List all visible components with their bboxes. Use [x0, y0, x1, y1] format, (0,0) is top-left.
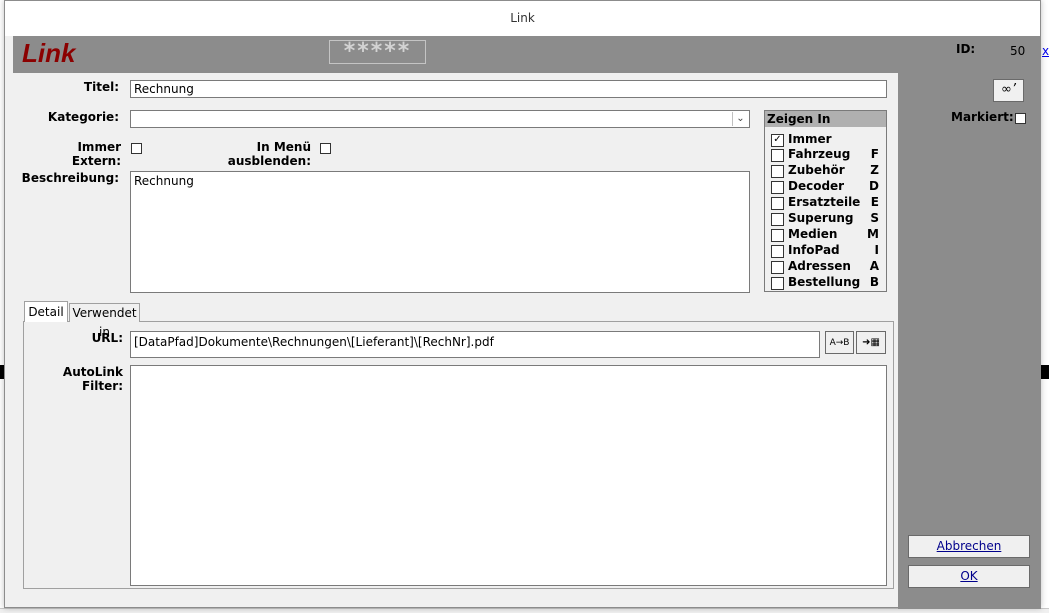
zeigen-in-item-bestellung[interactable]: Bestellung B	[771, 275, 883, 290]
background-window-fragment	[1041, 365, 1049, 379]
check-icon[interactable]: ✓	[771, 134, 784, 147]
bestellung-checkbox[interactable]	[771, 277, 784, 290]
insert-field-icon[interactable]: ➜▦	[856, 331, 886, 354]
immer-extern-checkbox[interactable]	[131, 143, 142, 154]
in-menu-ausblenden-label: In Menü ausblenden:	[227, 140, 311, 168]
autolink-filter-textarea[interactable]	[130, 365, 887, 586]
zeigen-in-header: Zeigen In	[765, 111, 886, 127]
zeigen-in-item-infopad[interactable]: InfoPad I	[771, 243, 883, 258]
id-label: ID:	[956, 42, 976, 56]
background-link[interactable]: x	[1042, 44, 1049, 58]
zeigen-in-item-superung[interactable]: Superung S	[771, 211, 883, 226]
markiert-checkbox[interactable]	[1015, 113, 1026, 124]
titel-input[interactable]: Rechnung	[130, 80, 887, 98]
autolink-filter-label: AutoLink Filter:	[62, 365, 123, 393]
in-menu-ausblenden-checkbox[interactable]	[320, 143, 331, 154]
zeigen-in-item-medien[interactable]: Medien M	[771, 227, 883, 242]
app-title: Link	[22, 38, 76, 68]
adressen-checkbox[interactable]	[771, 261, 784, 274]
ersatzteile-checkbox[interactable]	[771, 197, 784, 210]
markiert-label: Markiert:	[951, 110, 1014, 124]
dialog-header: Link ***** ID: 50	[13, 36, 1040, 73]
background-grid-edge	[0, 608, 1049, 613]
kategorie-select[interactable]: ⌄	[130, 110, 750, 128]
binoculars-icon[interactable]: ∞’	[993, 79, 1024, 102]
window-title: Link	[5, 1, 1040, 36]
tab-verwendet-in[interactable]: Verwendet in	[69, 303, 140, 339]
url-label: URL:	[91, 331, 123, 345]
ok-button[interactable]: OK	[908, 565, 1030, 588]
zeigen-in-item-immer[interactable]: ✓ Immer	[771, 132, 883, 147]
tab-detail[interactable]: Detail	[24, 301, 68, 322]
zeigen-in-item-ersatzteile[interactable]: Ersatzteile E	[771, 195, 883, 210]
beschreibung-label: Beschreibung:	[21, 171, 119, 185]
fahrzeug-checkbox[interactable]	[771, 149, 784, 162]
zubehoer-checkbox[interactable]	[771, 165, 784, 178]
titel-label: Titel:	[83, 80, 119, 94]
zeigen-in-item-zubehoer[interactable]: Zubehör Z	[771, 163, 883, 178]
replace-placeholders-icon[interactable]: A→B	[825, 331, 854, 354]
immer-extern-label: Immer Extern:	[71, 140, 121, 168]
decoder-checkbox[interactable]	[771, 181, 784, 194]
chevron-down-icon[interactable]: ⌄	[732, 112, 748, 126]
infopad-checkbox[interactable]	[771, 245, 784, 258]
zeigen-in-item-adressen[interactable]: Adressen A	[771, 259, 883, 274]
superung-checkbox[interactable]	[771, 213, 784, 226]
side-panel: ∞’ Markiert: Abbrechen OK	[898, 73, 1041, 609]
rating-stars[interactable]: *****	[329, 40, 426, 64]
zeigen-in-item-fahrzeug[interactable]: Fahrzeug F	[771, 147, 883, 162]
cancel-button[interactable]: Abbrechen	[908, 535, 1030, 558]
id-value: 50	[1010, 44, 1026, 58]
link-dialog: Link Link ***** ID: 50 Titel: Rechnung K…	[4, 0, 1041, 609]
beschreibung-textarea[interactable]: Rechnung	[130, 171, 750, 293]
url-input[interactable]: [DataPfad]Dokumente\Rechnungen\[Lieferan…	[130, 331, 820, 358]
zeigen-in-item-decoder[interactable]: Decoder D	[771, 179, 883, 194]
zeigen-in-group: Zeigen In ✓ Immer Fahrzeug F Zubehör Z D…	[764, 110, 887, 292]
kategorie-label: Kategorie:	[47, 110, 119, 124]
medien-checkbox[interactable]	[771, 229, 784, 242]
